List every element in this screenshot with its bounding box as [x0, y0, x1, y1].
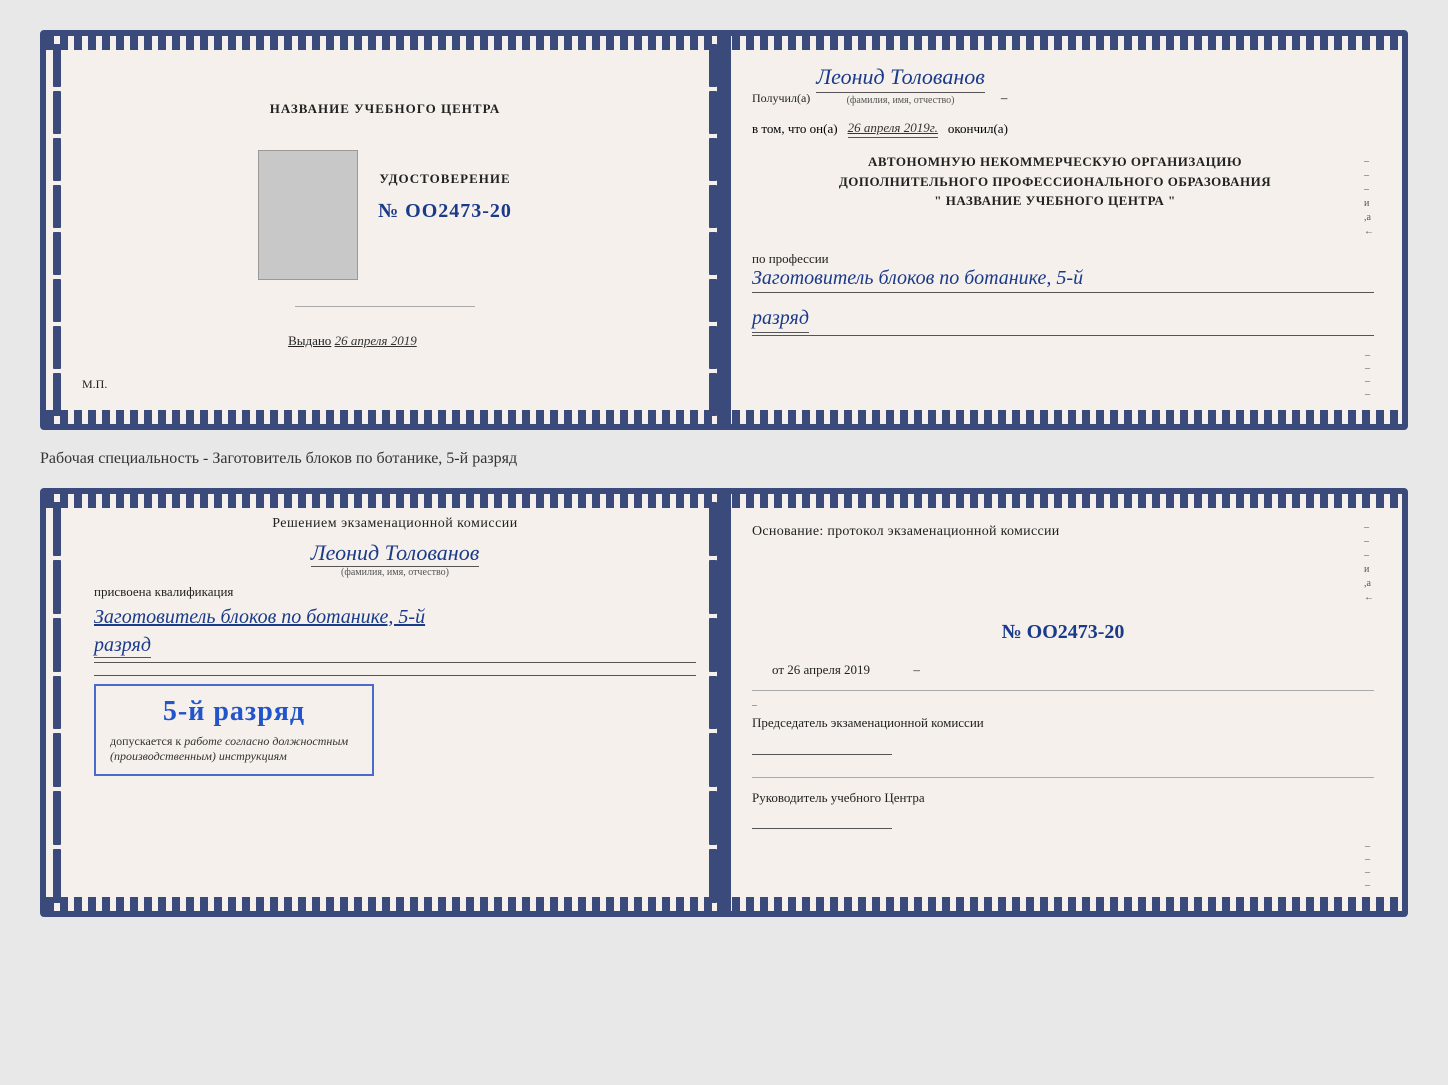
- dash-1: –: [1001, 90, 1008, 106]
- center-head-signature: [752, 811, 892, 829]
- chairman-block: – Председатель экзаменационной комиссии: [752, 690, 1374, 755]
- training-center-label-1: НАЗВАНИЕ УЧЕБНОГО ЦЕНТРА: [270, 100, 501, 118]
- org-line1: АВТОНОМНУЮ НЕКОММЕРЧЕСКУЮ ОРГАНИЗАЦИЮ: [752, 152, 1358, 172]
- profession-value: Заготовитель блоков по ботанике, 5-й: [752, 267, 1374, 293]
- rank-value-1: разряд: [752, 307, 809, 333]
- rank-block-2: разряд: [94, 634, 696, 676]
- from-prefix: от: [772, 662, 784, 677]
- received-prefix: Получил(а): [752, 91, 810, 106]
- from-date-row: от 26 апреля 2019 –: [752, 662, 1374, 678]
- rank-block-1: разряд: [752, 307, 1374, 336]
- side-labels-2: – – – и ,а ←: [1364, 522, 1374, 603]
- recipient-name: Леонид Толованов: [816, 64, 985, 93]
- stamp-rank: 5-й разряд: [163, 696, 305, 728]
- person-name: Леонид Толованов: [311, 540, 480, 567]
- page-container: НАЗВАНИЕ УЧЕБНОГО ЦЕНТРА УДОСТОВЕРЕНИЕ №…: [20, 20, 1428, 927]
- rank-value-2: разряд: [94, 634, 151, 658]
- photo-placeholder: [258, 150, 358, 280]
- person-subtitle: (фамилия, имя, отчество): [341, 567, 449, 578]
- doc1-left-content: НАЗВАНИЕ УЧЕБНОГО ЦЕНТРА УДОСТОВЕРЕНИЕ №…: [258, 60, 512, 349]
- left-decoration-1: [46, 36, 68, 424]
- from-date: 26 апреля 2019: [787, 662, 870, 677]
- basis-row: Основание: протокол экзаменационной коми…: [752, 522, 1374, 603]
- document-card-1: НАЗВАНИЕ УЧЕБНОГО ЦЕНТРА УДОСТОВЕРЕНИЕ №…: [40, 30, 1408, 430]
- org-line2: ДОПОЛНИТЕЛЬНОГО ПРОФЕССИОНАЛЬНОГО ОБРАЗО…: [752, 172, 1358, 192]
- center-head-label: Руководитель учебного Центра: [752, 788, 1374, 808]
- assigned-label: присвоена квалификация: [94, 584, 696, 600]
- doc2-right-panel: Основание: протокол экзаменационной коми…: [724, 494, 1402, 911]
- recipient-subtitle: (фамилия, имя, отчество): [847, 95, 955, 106]
- stamp-text: допускается к: [110, 734, 181, 748]
- right-decoration-1: [702, 36, 724, 424]
- decision-title: Решением экзаменационной комиссии: [94, 514, 696, 534]
- cert-number: № OO2473-20: [378, 200, 512, 223]
- basis-label: Основание: протокол экзаменационной коми…: [752, 522, 1358, 542]
- qualification-value: Заготовитель блоков по ботанике, 5-й: [94, 604, 696, 630]
- document-card-2: Решением экзаменационной комиссии Леонид…: [40, 488, 1408, 917]
- doc2-left-panel: Решением экзаменационной комиссии Леонид…: [46, 494, 724, 911]
- doc2-left-content: Решением экзаменационной комиссии Леонид…: [74, 514, 696, 776]
- profession-block: по профессии Заготовитель блоков по бота…: [752, 251, 1374, 293]
- confirmed-date: 26 апреля 2019г.: [848, 120, 938, 138]
- confirmed-prefix: в том, что он(а): [752, 121, 838, 137]
- doc1-left-panel: НАЗВАНИЕ УЧЕБНОГО ЦЕНТРА УДОСТОВЕРЕНИЕ №…: [46, 36, 724, 424]
- issued-date: Выдано 26 апреля 2019: [258, 333, 417, 349]
- confirmed-row: в том, что он(а) 26 апреля 2019г. окончи…: [752, 120, 1374, 138]
- protocol-number: № OO2473-20: [752, 621, 1374, 644]
- side-lines: – – – и ,а ←: [1364, 152, 1374, 237]
- confirmed-suffix: окончил(а): [948, 121, 1008, 137]
- recipient-row: Получил(а) Леонид Толованов (фамилия, им…: [752, 64, 1374, 106]
- org-block: АВТОНОМНУЮ НЕКОММЕРЧЕСКУЮ ОРГАНИЗАЦИЮ ДО…: [752, 152, 1374, 237]
- chairman-label: Председатель экзаменационной комиссии: [752, 713, 1374, 733]
- person-block: Леонид Толованов (фамилия, имя, отчество…: [94, 540, 696, 578]
- chairman-signature: [752, 737, 892, 755]
- qualification-block: Заготовитель блоков по ботанике, 5-й: [94, 604, 696, 630]
- mp-label: М.П.: [74, 377, 107, 392]
- separator-text: Рабочая специальность - Заготовитель бло…: [40, 446, 1408, 472]
- center-head-block: Руководитель учебного Центра: [752, 777, 1374, 830]
- right-edge-labels-2: – – – –: [752, 841, 1374, 891]
- right-decoration-2: [702, 494, 724, 911]
- profession-prefix: по профессии: [752, 251, 1374, 267]
- stamp-box: 5-й разряд допускается к работе согласно…: [94, 684, 374, 776]
- doc1-right-panel: Получил(а) Леонид Толованов (фамилия, им…: [724, 36, 1402, 424]
- right-edge-labels: – – – –: [752, 350, 1374, 400]
- org-line3: " НАЗВАНИЕ УЧЕБНОГО ЦЕНТРА ": [752, 191, 1358, 211]
- cert-label: УДОСТОВЕРЕНИЕ: [379, 170, 510, 188]
- left-decoration-2: [46, 494, 68, 911]
- stamp-text-container: допускается к работе согласно должностны…: [110, 734, 358, 764]
